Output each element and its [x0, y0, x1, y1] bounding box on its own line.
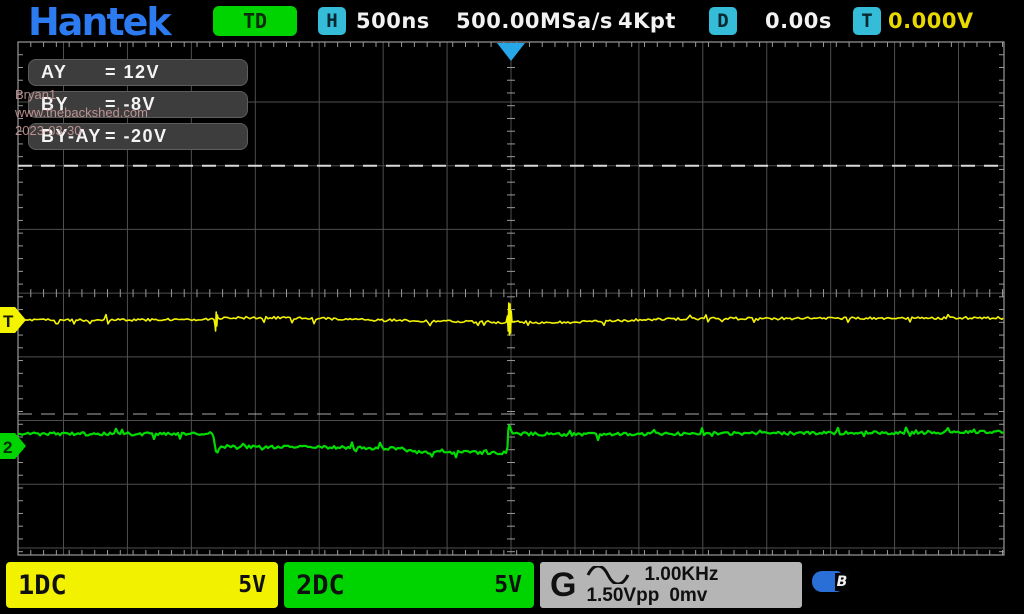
- watermark: Bryan1 www.thebackshed.com 2023-03-30: [15, 86, 148, 140]
- waveform-traces: [18, 303, 1003, 457]
- generator-offset-value: 0mv: [669, 585, 707, 606]
- ch1-trigger-level-marker-label: T: [3, 312, 14, 331]
- ch2-status-box[interactable]: 2DC 5V: [284, 562, 534, 608]
- watermark-date: 2023-03-30: [15, 122, 148, 140]
- ch2-scale-value: 5V: [494, 572, 522, 598]
- trigger-position-marker[interactable]: [497, 43, 525, 61]
- cursor-a-value: = 12V: [105, 62, 160, 83]
- sine-wave-icon: [586, 566, 630, 584]
- ch1-trace: [18, 303, 1003, 335]
- usb-device-indicator: B: [812, 571, 849, 592]
- watermark-site: www.thebackshed.com: [15, 104, 148, 122]
- ch2-coupling-label: 2DC: [296, 570, 345, 601]
- usb-indicator-label: B: [835, 573, 849, 591]
- generator-amplitude-value: 1.50Vpp: [586, 585, 659, 606]
- generator-frequency-value: 1.00KHz: [644, 564, 718, 585]
- generator-status-box[interactable]: G 1.00KHz 1.50Vpp 0mv: [540, 562, 802, 608]
- ch2-trace: [18, 426, 1003, 458]
- oscilloscope-screen: Hantek TD H 500ns 500.00MSa/s 4Kpt D 0.0…: [0, 0, 1024, 614]
- cursor-a-readout: AY = 12V: [28, 59, 248, 86]
- ch1-coupling-label: 1DC: [18, 570, 67, 601]
- ch1-scale-value: 5V: [238, 572, 266, 598]
- ch1-status-box[interactable]: 1DC 5V: [6, 562, 278, 608]
- ch2-position-marker-label: 2: [3, 438, 12, 457]
- cursor-a-label: AY: [41, 62, 105, 83]
- watermark-username: Bryan1: [15, 86, 148, 104]
- generator-label: G: [550, 566, 576, 605]
